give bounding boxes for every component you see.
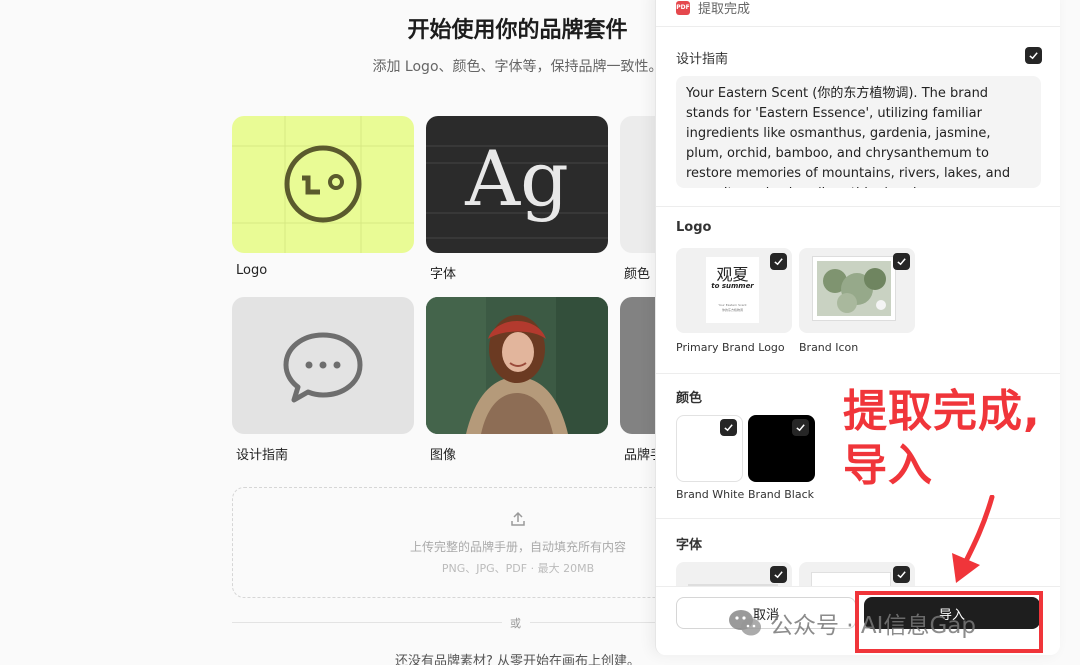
panel-divider <box>656 206 1060 207</box>
watermark-text: 公众号 · AI信息Gap <box>770 613 976 639</box>
logo-card[interactable] <box>232 116 414 253</box>
primary-brand-logo-label: Primary Brand Logo <box>676 341 785 354</box>
font-card[interactable]: Ag <box>426 116 608 253</box>
wechat-icon <box>729 610 761 636</box>
check-icon <box>1029 52 1038 60</box>
extraction-status: PDF 提取完成 <box>676 0 750 17</box>
watermark: 公众号 · AI信息Gap <box>728 606 976 640</box>
logo-card-grid <box>232 116 414 253</box>
plant-photo <box>817 261 891 316</box>
colors-section-title: 颜色 <box>676 391 703 406</box>
design-guide-checkbox[interactable] <box>1025 47 1042 64</box>
design-guide-text: Your Eastern Scent (你的东方植物调). The brand … <box>676 76 1041 188</box>
font-card-label: 字体 <box>430 267 457 282</box>
panel-divider <box>656 26 1060 27</box>
design-guide-card-label: 设计指南 <box>236 448 289 463</box>
annotation-arrow-icon <box>952 495 995 583</box>
or-label: 或 <box>510 617 521 630</box>
annotation-line-2: 导入 <box>843 440 933 491</box>
brand-icon-label: Brand Icon <box>799 341 859 354</box>
logo-mark-small-en: Your Eastern Scent <box>718 303 747 307</box>
primary-logo-image: 观夏 to summer Your Eastern Scent 你的东方植物调 <box>706 257 759 323</box>
brand-icon-checkbox[interactable] <box>893 253 910 270</box>
or-divider-right <box>530 622 655 623</box>
check-icon <box>774 571 783 579</box>
design-guide-card[interactable] <box>232 297 414 434</box>
upload-icon <box>511 511 525 526</box>
font-2-checkbox[interactable] <box>893 566 910 583</box>
image-card[interactable] <box>426 297 608 434</box>
panel-divider <box>656 373 1060 374</box>
check-icon <box>897 258 906 266</box>
check-icon <box>724 424 733 432</box>
logo-mark-small-cn: 你的东方植物调 <box>721 308 743 312</box>
color-card-label: 颜色 <box>624 267 651 282</box>
font-sample: Ag <box>465 134 569 223</box>
brand-icon-image <box>813 257 895 320</box>
logo-mark-en: to summer <box>711 282 754 290</box>
brand-white-checkbox[interactable] <box>720 419 737 436</box>
primary-brand-logo-checkbox[interactable] <box>770 253 787 270</box>
check-icon <box>897 571 906 579</box>
check-icon <box>774 258 783 266</box>
check-icon <box>796 424 805 432</box>
chat-bubble-icon <box>283 332 363 403</box>
brand-black-label: Brand Black <box>748 488 815 501</box>
font-1-checkbox[interactable] <box>770 566 787 583</box>
or-divider-left <box>232 622 502 623</box>
portrait-image <box>426 297 608 434</box>
image-card-label: 图像 <box>430 448 457 463</box>
pdf-file-icon: PDF <box>676 0 690 15</box>
annotation-line-1: 提取完成, <box>843 386 1041 437</box>
brand-white-label: Brand White <box>676 488 745 501</box>
upload-dropzone[interactable]: 上传完整的品牌手册，自动填充所有内容 PNG、JPG、PDF · 最大 20MB <box>232 487 692 598</box>
fonts-section-title: 字体 <box>676 538 703 553</box>
logo-section-title: Logo <box>676 220 712 235</box>
brand-black-checkbox[interactable] <box>792 419 809 436</box>
extraction-status-label: 提取完成 <box>698 2 751 17</box>
logo-card-label: Logo <box>236 263 268 278</box>
design-guide-section-title: 设计指南 <box>676 52 729 67</box>
